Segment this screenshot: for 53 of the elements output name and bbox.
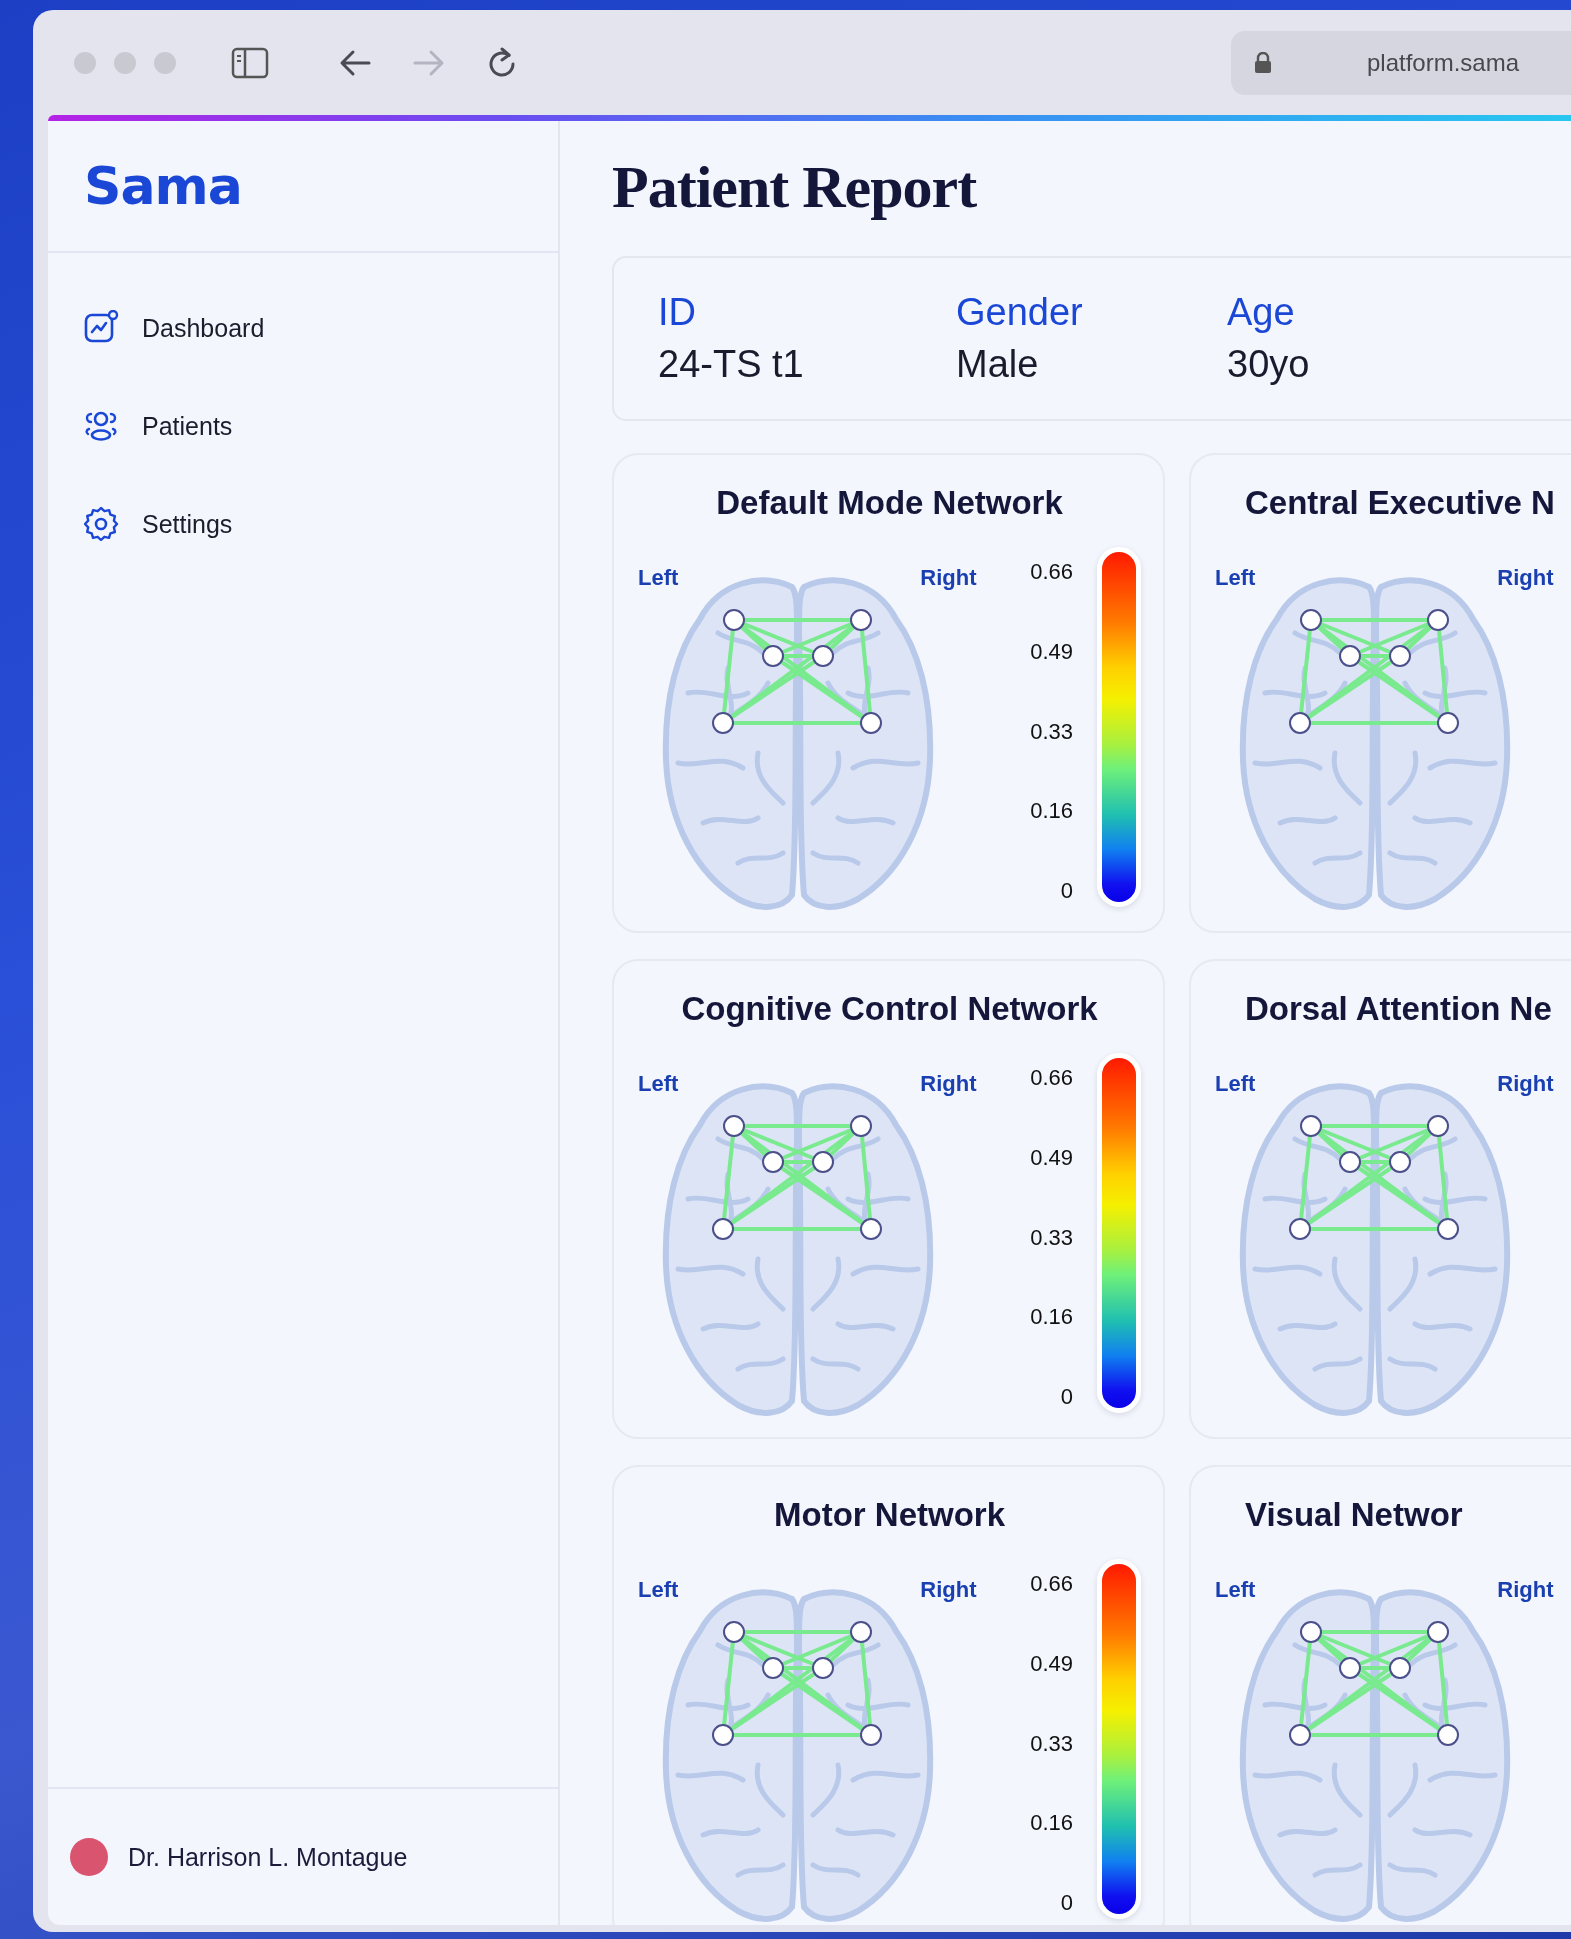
field-label: ID: [658, 290, 697, 335]
card-title: Central Executive N: [1244, 483, 1556, 523]
side-label: Left: [638, 1071, 679, 1097]
card-title: Default Mode Network: [715, 483, 1064, 523]
side-label: Left: [638, 1577, 679, 1603]
window-control-button[interactable]: [154, 51, 176, 74]
sidebar-toggle-icon[interactable]: [231, 46, 269, 79]
scale-label: 0.33: [1030, 1730, 1073, 1757]
settings-icon: [84, 506, 119, 542]
nav-item[interactable]: Patients: [84, 406, 243, 446]
scale-label: 0: [1060, 878, 1073, 904]
lock-icon: [1254, 51, 1272, 74]
field-value: 30yo: [1227, 342, 1311, 387]
side-label: Right: [1497, 1071, 1554, 1097]
address-bar[interactable]: platform.sama: [1231, 30, 1571, 95]
scale-label: 0: [1060, 1890, 1073, 1916]
scale-label: 0.66: [1030, 559, 1073, 585]
card-title: Motor Network: [773, 1495, 1006, 1535]
nav-item[interactable]: Settings: [84, 504, 243, 544]
nav-item[interactable]: Dashboard: [84, 308, 275, 348]
field-label: Age: [1227, 290, 1296, 335]
scale-label: 0.33: [1030, 1224, 1073, 1251]
scale-label: 0.66: [1030, 1065, 1073, 1091]
scale-label: 0.66: [1030, 1571, 1073, 1597]
scale-label: 0.49: [1030, 638, 1073, 665]
scale-label: 0.49: [1030, 1650, 1073, 1677]
logo: Sama: [84, 156, 242, 216]
side-label: Right: [920, 1577, 977, 1603]
scale-label: 0.16: [1030, 798, 1073, 825]
side-label: Right: [920, 1071, 977, 1097]
scale-label: 0.33: [1030, 718, 1073, 745]
window-control-button[interactable]: [114, 51, 136, 74]
field-value: Male: [956, 342, 1040, 387]
scale-label: 0: [1060, 1384, 1073, 1410]
window-control-button[interactable]: [74, 51, 96, 74]
user-name: Dr. Harrison L. Montague: [128, 1842, 408, 1872]
side-label: Left: [638, 565, 679, 591]
card-title: Dorsal Attention Ne: [1244, 989, 1553, 1029]
scale-label: 0.49: [1030, 1144, 1073, 1171]
field-label: Gender: [956, 290, 1084, 335]
side-label: Left: [1215, 1577, 1256, 1603]
card-title: Cognitive Control Network: [680, 989, 1099, 1029]
side-label: Right: [1497, 1577, 1554, 1603]
page-title: Patient Report: [612, 153, 978, 222]
card-title: Visual Networ: [1244, 1495, 1464, 1535]
side-label: Right: [1497, 565, 1554, 591]
side-label: Left: [1215, 565, 1256, 591]
side-label: Left: [1215, 1071, 1256, 1097]
scale-label: 0.16: [1030, 1304, 1073, 1331]
avatar: [70, 1838, 108, 1876]
field-value: 24-TS t1: [658, 342, 805, 387]
side-label: Right: [920, 565, 977, 591]
scale-label: 0.16: [1030, 1810, 1073, 1837]
